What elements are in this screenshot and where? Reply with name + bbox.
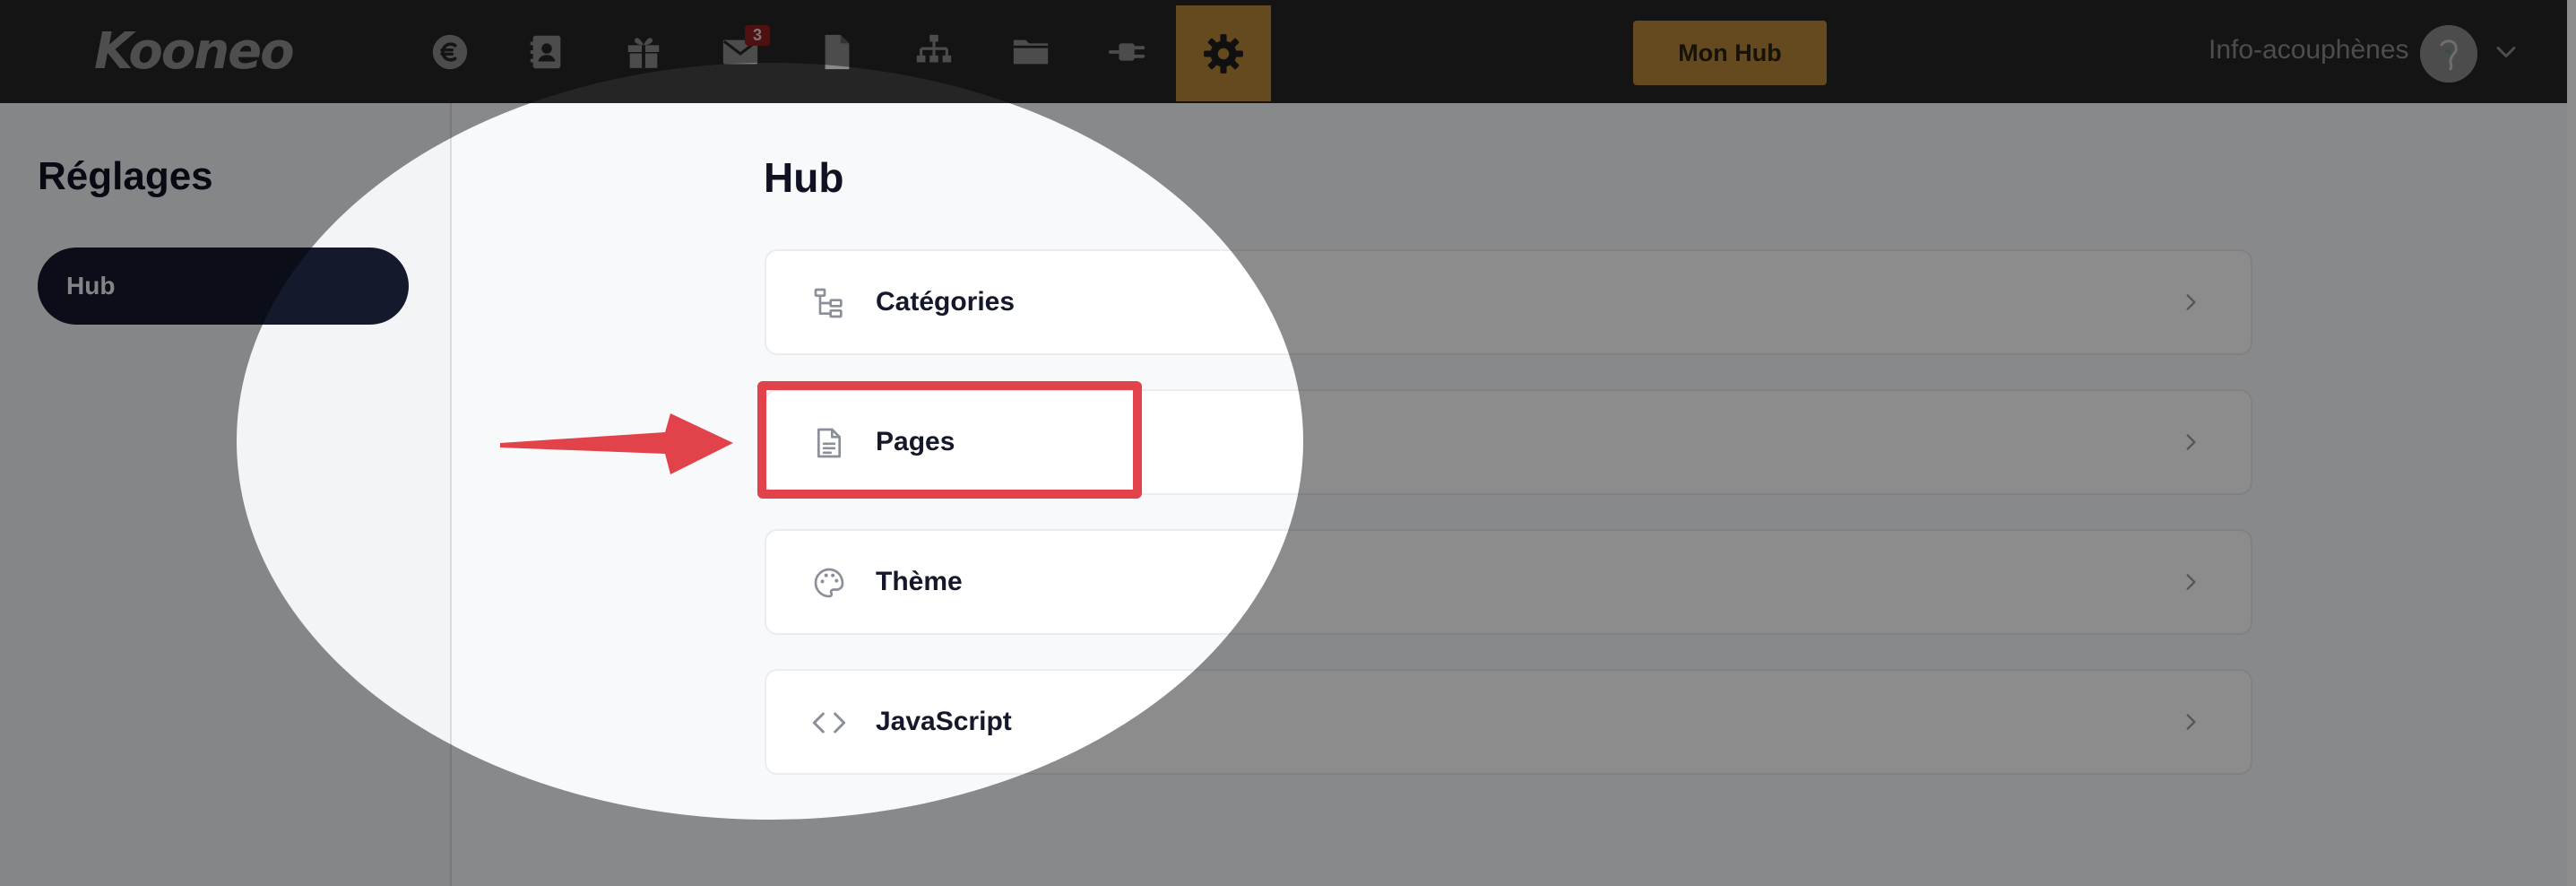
chevron-right-icon [2186,574,2196,590]
page-title: Hub [764,154,844,201]
settings-item-theme[interactable]: Thème [765,529,2252,635]
notification-badge: 3 [745,25,770,46]
settings-item-label: Thème [876,567,963,596]
settings-sidebar: Réglages Hub [0,103,452,886]
palette-icon [814,568,844,598]
settings-item-javascript[interactable]: JavaScript [765,669,2252,775]
kooneo-logo[interactable]: Kooneo [94,22,295,83]
document-icon[interactable] [806,18,869,86]
gift-icon[interactable] [612,18,675,86]
mon-hub-button[interactable]: Mon Hub [1633,21,1827,85]
sidebar-item-hub[interactable]: Hub [38,248,409,325]
settings-icon[interactable] [1176,5,1271,101]
scrollbar[interactable] [2567,0,2576,886]
settings-item-label: JavaScript [876,707,1012,736]
account-name[interactable]: Info-acouphènes [2209,34,2409,66]
sidebar-title: Réglages [38,154,213,198]
top-navigation-bar: Kooneo 3 Mon Hub Info-acouphènes [0,0,2576,103]
sitemap-icon[interactable] [903,18,965,86]
chevron-right-icon [2186,434,2196,450]
chevron-right-icon [2186,714,2196,730]
contacts-icon[interactable] [515,18,578,86]
settings-item-label: Catégories [876,287,1016,317]
folder-icon[interactable] [999,18,1062,86]
settings-item-categories[interactable]: Catégories [765,249,2252,355]
category-tree-icon [814,288,843,318]
annotation-arrow [500,413,733,474]
annotation-highlight-box [757,381,1142,499]
chevron-down-icon[interactable] [2490,36,2522,68]
chevron-right-icon [2186,294,2196,310]
mail-icon[interactable]: 3 [709,18,772,86]
euro-icon[interactable] [419,18,481,86]
plug-icon[interactable] [1096,18,1159,86]
code-icon [812,712,846,734]
avatar[interactable] [2420,25,2477,83]
